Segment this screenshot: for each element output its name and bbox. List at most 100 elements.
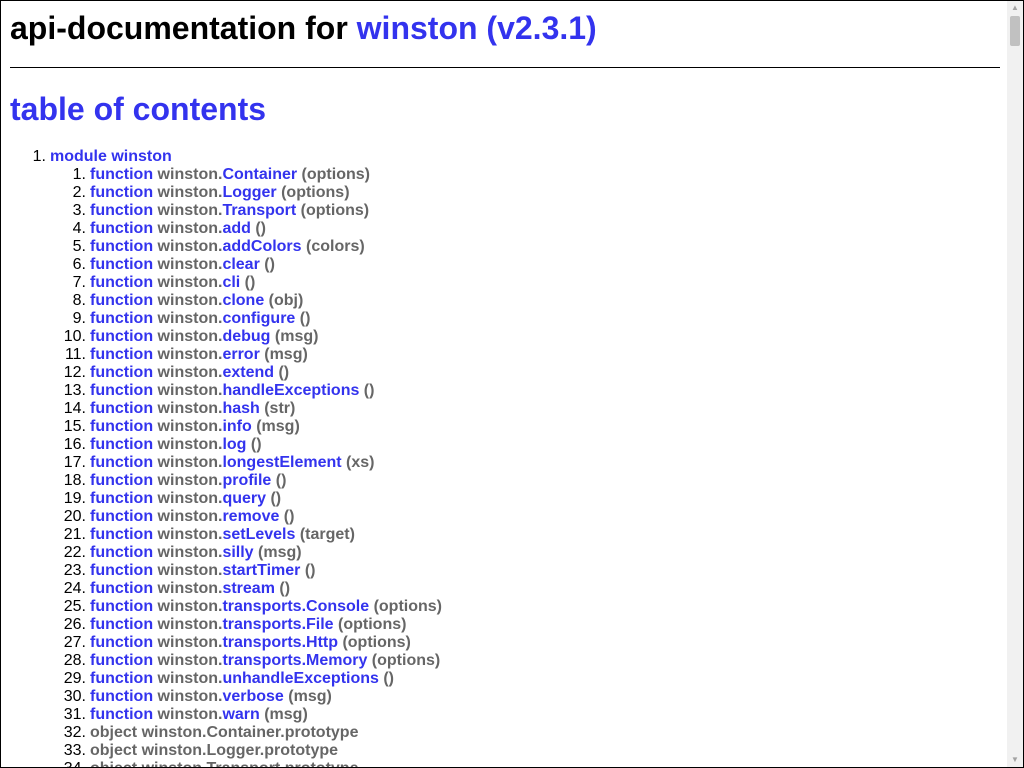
list-number: 12. bbox=[63, 364, 86, 381]
function-keyword-link[interactable]: function bbox=[90, 310, 153, 327]
function-name-link[interactable]: add bbox=[222, 220, 250, 237]
list-number: 32. bbox=[63, 724, 86, 741]
function-keyword-link[interactable]: function bbox=[90, 346, 153, 363]
function-keyword-link[interactable]: function bbox=[90, 184, 153, 201]
function-keyword-link[interactable]: function bbox=[90, 382, 153, 399]
triangle-down-icon[interactable]: ▼ bbox=[1007, 753, 1023, 767]
list-item: 9. function winston.configure () bbox=[10, 310, 1000, 328]
function-name-link[interactable]: clone bbox=[222, 292, 264, 309]
function-name-link[interactable]: Logger bbox=[222, 184, 276, 201]
namespace-prefix: winston. bbox=[157, 544, 223, 561]
namespace-prefix: winston. bbox=[157, 598, 223, 615]
function-name-link[interactable]: handleExceptions bbox=[222, 382, 359, 399]
function-keyword-link[interactable]: function bbox=[90, 706, 153, 723]
function-keyword-link[interactable]: function bbox=[90, 526, 153, 543]
function-keyword-link[interactable]: function bbox=[90, 580, 153, 597]
function-keyword-link[interactable]: function bbox=[90, 418, 153, 435]
function-name-link[interactable]: startTimer bbox=[222, 562, 300, 579]
function-name-link[interactable]: silly bbox=[222, 544, 253, 561]
function-keyword-link[interactable]: function bbox=[90, 634, 153, 651]
function-keyword-link[interactable]: function bbox=[90, 472, 153, 489]
function-keyword-link[interactable]: function bbox=[90, 670, 153, 687]
list-number: 6. bbox=[72, 256, 86, 273]
list-number: 24. bbox=[63, 580, 86, 597]
namespace-prefix: winston. bbox=[157, 562, 223, 579]
list-number: 15. bbox=[63, 418, 86, 435]
function-keyword-link[interactable]: function bbox=[90, 544, 153, 561]
function-keyword-link[interactable]: function bbox=[90, 256, 153, 273]
function-keyword-link[interactable]: function bbox=[90, 364, 153, 381]
triangle-up-icon[interactable]: ▲ bbox=[1007, 1, 1023, 15]
function-keyword-link[interactable]: function bbox=[90, 292, 153, 309]
function-keyword-link[interactable]: function bbox=[90, 490, 153, 507]
function-keyword-link[interactable]: function bbox=[90, 598, 153, 615]
function-name-link[interactable]: warn bbox=[222, 706, 259, 723]
list-number: 14. bbox=[63, 400, 86, 417]
function-keyword-link[interactable]: function bbox=[90, 454, 153, 471]
list-item: 33. object winston.Logger.prototype bbox=[10, 742, 1000, 760]
function-name-link[interactable]: info bbox=[222, 418, 251, 435]
namespace-prefix: winston. bbox=[157, 436, 223, 453]
function-name-link[interactable]: Transport bbox=[222, 202, 296, 219]
function-name-link[interactable]: Container bbox=[222, 166, 297, 183]
function-args: () bbox=[279, 508, 295, 525]
function-name-link[interactable]: profile bbox=[222, 472, 271, 489]
function-keyword-link[interactable]: function bbox=[90, 436, 153, 453]
list-item: 28. function winston.transports.Memory (o… bbox=[10, 652, 1000, 670]
list-item: 2. function winston.Logger (options) bbox=[10, 184, 1000, 202]
function-keyword-link[interactable]: function bbox=[90, 508, 153, 525]
function-name-link[interactable]: hash bbox=[222, 400, 259, 417]
function-keyword-link[interactable]: function bbox=[90, 202, 153, 219]
module-winston-link[interactable]: module winston bbox=[50, 148, 172, 166]
browser-viewport: api-documentation for winston (v2.3.1) t… bbox=[0, 0, 1024, 768]
package-version-link[interactable]: winston (v2.3.1) bbox=[357, 10, 597, 46]
page-content: api-documentation for winston (v2.3.1) t… bbox=[10, 1, 1000, 767]
function-name-link[interactable]: transports.Memory bbox=[222, 652, 367, 669]
list-number: 5. bbox=[72, 238, 86, 255]
toc-heading[interactable]: table of contents bbox=[10, 90, 1000, 128]
function-keyword-link[interactable]: function bbox=[90, 238, 153, 255]
function-name-link[interactable]: verbose bbox=[222, 688, 283, 705]
namespace-prefix: winston. bbox=[157, 454, 223, 471]
function-name-link[interactable]: remove bbox=[222, 508, 279, 525]
toc-function-list: 1. function winston.Container (options) 2.… bbox=[10, 166, 1000, 767]
function-name-link[interactable]: transports.File bbox=[222, 616, 333, 633]
function-name-link[interactable]: unhandleExceptions bbox=[222, 670, 378, 687]
namespace-prefix: winston. bbox=[157, 580, 223, 597]
list-item-text: object winston.Container.prototype bbox=[90, 724, 358, 742]
function-keyword-link[interactable]: function bbox=[90, 652, 153, 669]
function-name-link[interactable]: debug bbox=[222, 328, 270, 345]
function-name-link[interactable]: setLevels bbox=[222, 526, 295, 543]
namespace-prefix: winston. bbox=[157, 346, 223, 363]
function-name-link[interactable]: stream bbox=[222, 580, 274, 597]
function-keyword-link[interactable]: function bbox=[90, 400, 153, 417]
function-keyword-link[interactable]: function bbox=[90, 562, 153, 579]
list-number: 27. bbox=[63, 634, 86, 651]
vertical-scrollbar[interactable]: ▲ ▼ bbox=[1007, 1, 1023, 767]
function-name-link[interactable]: transports.Console bbox=[222, 598, 369, 615]
function-name-link[interactable]: transports.Http bbox=[222, 634, 338, 651]
function-keyword-link[interactable]: function bbox=[90, 328, 153, 345]
function-name-link[interactable]: log bbox=[222, 436, 246, 453]
function-name-link[interactable]: longestElement bbox=[222, 454, 341, 471]
list-item: 11. function winston.error (msg) bbox=[10, 346, 1000, 364]
function-name-link[interactable]: configure bbox=[222, 310, 295, 327]
function-keyword-link[interactable]: function bbox=[90, 688, 153, 705]
function-name-link[interactable]: error bbox=[222, 346, 259, 363]
list-item-text: function winston.configure () bbox=[90, 310, 310, 328]
scrollbar-thumb[interactable] bbox=[1010, 16, 1020, 46]
function-name-link[interactable]: addColors bbox=[222, 238, 301, 255]
function-args: () bbox=[271, 472, 287, 489]
function-keyword-link[interactable]: function bbox=[90, 166, 153, 183]
function-keyword-link[interactable]: function bbox=[90, 616, 153, 633]
namespace-prefix: winston. bbox=[157, 706, 223, 723]
function-name-link[interactable]: extend bbox=[222, 364, 274, 381]
function-keyword-link[interactable]: function bbox=[90, 220, 153, 237]
function-keyword-link[interactable]: function bbox=[90, 274, 153, 291]
function-args: (options) bbox=[297, 166, 370, 183]
function-args: (target) bbox=[295, 526, 355, 543]
function-name-link[interactable]: clear bbox=[222, 256, 259, 273]
function-name-link[interactable]: query bbox=[222, 490, 266, 507]
function-args: () bbox=[274, 580, 291, 597]
function-name-link[interactable]: cli bbox=[222, 274, 240, 291]
